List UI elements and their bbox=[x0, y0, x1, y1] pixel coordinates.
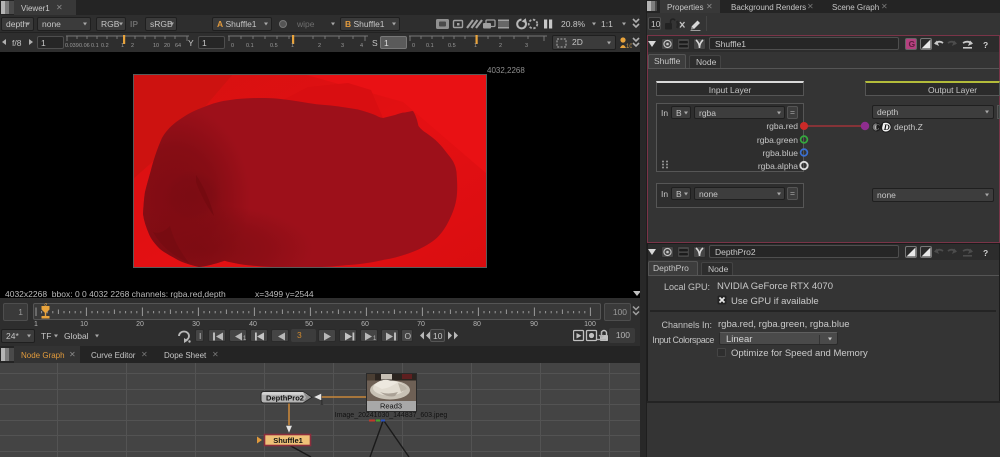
svg-text:0.1: 0.1 bbox=[91, 43, 99, 49]
svg-text:1: 1 bbox=[474, 43, 477, 49]
svg-text:0.5: 0.5 bbox=[448, 43, 456, 49]
svg-text:0.1: 0.1 bbox=[246, 43, 254, 49]
svg-text:0.06: 0.06 bbox=[79, 43, 90, 49]
svg-text:0.039: 0.039 bbox=[65, 43, 79, 49]
svg-text:Shuffle1: Shuffle1 bbox=[273, 436, 303, 445]
svg-text:64: 64 bbox=[175, 43, 181, 49]
svg-text:3: 3 bbox=[525, 43, 528, 49]
svg-text:1: 1 bbox=[121, 43, 124, 49]
svg-text:D: D bbox=[883, 122, 890, 132]
svg-text:2: 2 bbox=[131, 43, 134, 49]
svg-text:2: 2 bbox=[499, 43, 502, 49]
svg-text:2: 2 bbox=[318, 43, 321, 49]
svg-text:0: 0 bbox=[231, 43, 234, 49]
svg-text:0.2: 0.2 bbox=[101, 43, 109, 49]
svg-text:Read3: Read3 bbox=[380, 402, 402, 411]
svg-text:C: C bbox=[875, 123, 880, 131]
svg-text:Image_20241030_144837_603.jpeg: Image_20241030_144837_603.jpeg bbox=[335, 412, 448, 419]
svg-text:4: 4 bbox=[360, 43, 363, 49]
svg-text:1: 1 bbox=[320, 400, 324, 407]
svg-text:0.5: 0.5 bbox=[270, 43, 278, 49]
svg-text:0.1: 0.1 bbox=[426, 43, 434, 49]
svg-text:1: 1 bbox=[291, 43, 294, 49]
svg-text:0: 0 bbox=[412, 43, 415, 49]
svg-text:3: 3 bbox=[341, 43, 344, 49]
svg-text:10: 10 bbox=[153, 43, 159, 49]
svg-text:20: 20 bbox=[164, 43, 170, 49]
svg-text:DepthPro2: DepthPro2 bbox=[266, 394, 304, 403]
